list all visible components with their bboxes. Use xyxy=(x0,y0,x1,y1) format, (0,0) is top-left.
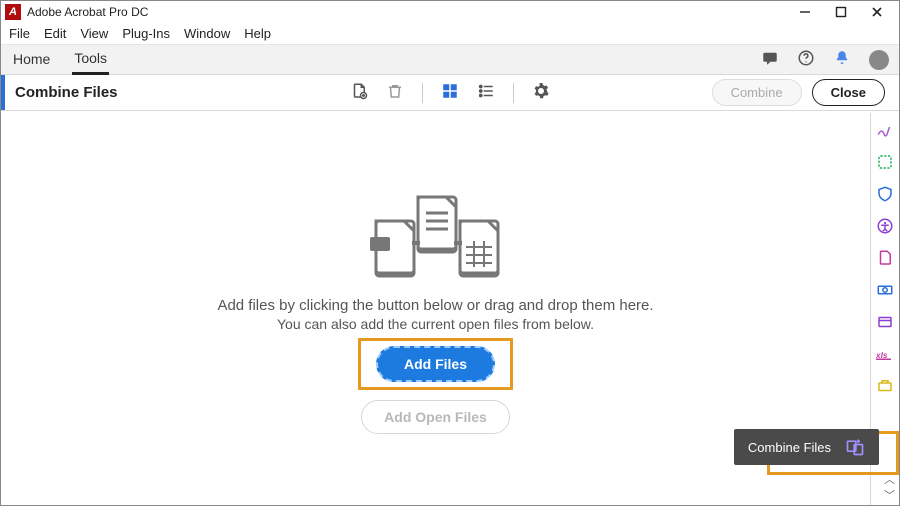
list-view-icon[interactable] xyxy=(477,82,495,103)
measure-icon[interactable] xyxy=(876,377,894,395)
sign-icon[interactable] xyxy=(876,121,894,139)
combine-files-icon xyxy=(845,437,865,457)
add-file-icon[interactable] xyxy=(350,82,368,103)
minimize-button[interactable] xyxy=(787,2,823,22)
notification-bell-icon[interactable] xyxy=(833,49,851,70)
export-icon[interactable] xyxy=(876,153,894,171)
divider xyxy=(513,83,514,103)
menu-edit[interactable]: Edit xyxy=(44,26,66,41)
menu-help[interactable]: Help xyxy=(244,26,271,41)
menu-view[interactable]: View xyxy=(80,26,108,41)
chevron-up-icon[interactable]: ︿ xyxy=(884,471,895,487)
combine-files-tooltip[interactable]: Combine Files xyxy=(734,429,879,465)
close-tool-button[interactable]: Close xyxy=(812,79,885,106)
chevron-down-icon[interactable]: ﹀ xyxy=(884,487,895,503)
tool-title: Combine Files xyxy=(15,84,118,101)
close-button[interactable] xyxy=(859,2,895,22)
tooltip-label: Combine Files xyxy=(748,440,831,455)
help-icon[interactable] xyxy=(797,49,815,70)
combine-button[interactable]: Combine xyxy=(712,79,802,106)
divider xyxy=(422,83,423,103)
tab-tools[interactable]: Tools xyxy=(72,45,109,75)
svg-text:xls: xls xyxy=(876,351,888,360)
panel-scroll-arrows[interactable]: ︿ ﹀ xyxy=(884,471,895,503)
settings-gear-icon[interactable] xyxy=(532,82,550,103)
grid-view-icon[interactable] xyxy=(441,82,459,103)
tab-home[interactable]: Home xyxy=(11,46,52,73)
hint-primary: Add files by clicking the button below o… xyxy=(217,297,653,314)
protect-shield-icon[interactable] xyxy=(876,185,894,203)
menu-file[interactable]: File xyxy=(9,26,30,41)
active-tool-indicator xyxy=(1,75,5,110)
avatar[interactable] xyxy=(869,50,889,70)
app-logo: A xyxy=(5,4,21,20)
trash-icon[interactable] xyxy=(386,82,404,103)
accessibility-icon[interactable] xyxy=(876,217,894,235)
menu-window[interactable]: Window xyxy=(184,26,230,41)
maximize-button[interactable] xyxy=(823,2,859,22)
menu-plugins[interactable]: Plug-Ins xyxy=(122,26,170,41)
files-illustration-icon xyxy=(366,189,506,289)
tool-toolbar: Combine Files Combine Close xyxy=(1,75,899,111)
chat-icon[interactable] xyxy=(761,49,779,70)
redact-icon[interactable]: xls xyxy=(876,345,894,363)
organize-pages-icon[interactable] xyxy=(876,249,894,267)
add-open-files-button[interactable]: Add Open Files xyxy=(361,400,510,434)
titlebar: A Adobe Acrobat Pro DC xyxy=(1,1,899,23)
menubar: File Edit View Plug-Ins Window Help xyxy=(1,23,899,45)
optimize-icon[interactable] xyxy=(876,313,894,331)
compare-icon[interactable] xyxy=(876,281,894,299)
hint-secondary: You can also add the current open files … xyxy=(277,316,594,332)
tutorial-highlight xyxy=(358,338,513,390)
primary-tabs: Home Tools xyxy=(1,45,899,75)
window-title: Adobe Acrobat Pro DC xyxy=(27,5,148,19)
